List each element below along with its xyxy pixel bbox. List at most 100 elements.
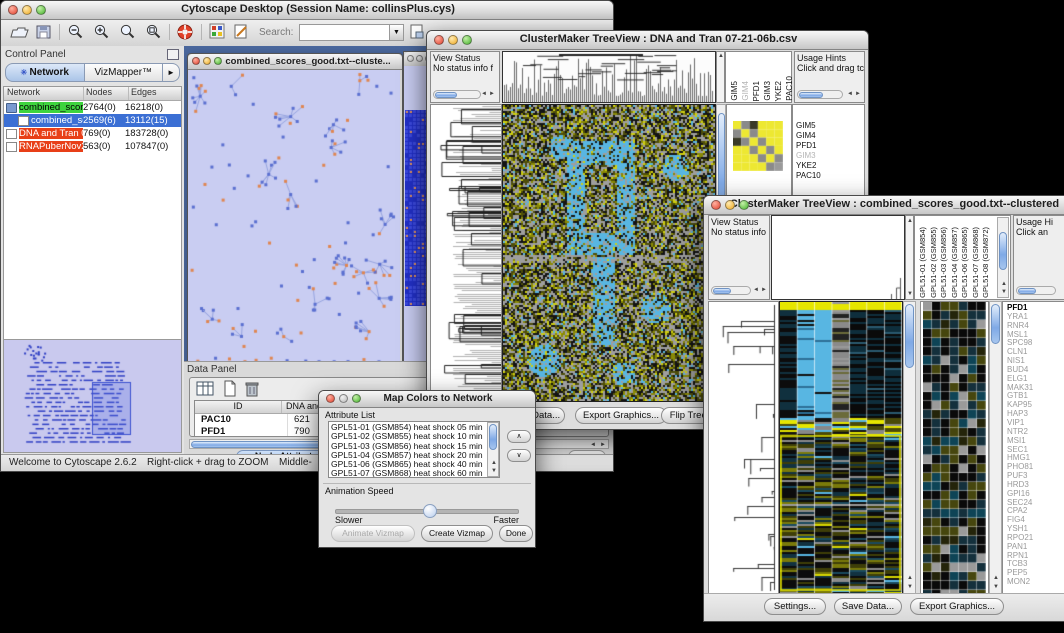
- new-attribute-icon[interactable]: [222, 380, 238, 402]
- close-button[interactable]: [326, 394, 335, 403]
- tv1-column-dendrogram[interactable]: [502, 51, 716, 103]
- dialog-button-1[interactable]: Create Vizmap: [421, 525, 493, 542]
- tv2-button-2[interactable]: Export Graphics...: [910, 598, 1004, 615]
- tv1-usage-hscroll[interactable]: [797, 90, 843, 99]
- tv2-status-hscroll[interactable]: [711, 286, 751, 295]
- network-table-row[interactable]: DNA and Tran 07769(0)183728(0): [4, 127, 181, 140]
- dialog-button-2[interactable]: Done: [499, 525, 533, 542]
- search-combo-arrow[interactable]: ▼: [389, 24, 404, 41]
- attribute-item[interactable]: GPL51-07 (GSM868) heat shock 60 min: [331, 469, 485, 478]
- network-overview-pane[interactable]: [3, 339, 182, 453]
- data-id: PFD1: [195, 426, 288, 437]
- tv2-zoom-heatmap[interactable]: [920, 301, 989, 594]
- tv1-title-bar[interactable]: ClusterMaker TreeView : DNA and Tran 07-…: [427, 31, 868, 50]
- control-panel-tabs: ✳ Network VizMapper™ ►: [5, 63, 180, 82]
- close-button[interactable]: [8, 5, 18, 15]
- annotation-icon[interactable]: [233, 23, 250, 45]
- network-overview-canvas[interactable]: [4, 340, 181, 450]
- zoom-in-icon[interactable]: [93, 23, 111, 46]
- float-panel-icon[interactable]: [167, 49, 179, 60]
- tv2-button-0[interactable]: Settings...: [764, 598, 826, 615]
- tv1-row-label: PFD1: [796, 141, 821, 151]
- tv1-column-label: PAC10: [785, 76, 794, 101]
- tv2-heatmap[interactable]: [779, 301, 903, 594]
- col-edges[interactable]: Edges: [129, 87, 181, 100]
- move-up-button[interactable]: ∧: [507, 430, 531, 443]
- minimize-button[interactable]: [416, 55, 423, 62]
- tv2-button-1[interactable]: Save Data...: [834, 598, 902, 615]
- tv2-heatmap-vscroll[interactable]: ▲ ▼: [903, 301, 916, 594]
- help-lifesaver-icon[interactable]: [176, 23, 194, 46]
- minimize-button[interactable]: [448, 35, 458, 45]
- tv1-row-label: PAC10: [796, 171, 821, 181]
- slider-thumb[interactable]: [423, 504, 437, 518]
- attribute-table-icon[interactable]: [196, 381, 214, 401]
- scroll-right-icon[interactable]: ►: [855, 91, 861, 97]
- search-input[interactable]: [299, 24, 391, 41]
- move-down-button[interactable]: ∨: [507, 449, 531, 462]
- tab-overflow-arrow[interactable]: ►: [163, 63, 180, 82]
- dialog-title-bar[interactable]: Map Colors to Network: [319, 391, 535, 408]
- zoom-button[interactable]: [36, 5, 46, 15]
- control-panel-title: Control Panel: [5, 49, 66, 60]
- tv2-collabel-vscroll[interactable]: ▲ ▼: [997, 217, 1009, 298]
- zoom-button[interactable]: [352, 394, 361, 403]
- scroll-right-icon[interactable]: ►: [489, 91, 495, 97]
- zoom-selected-icon[interactable]: [145, 23, 163, 46]
- scroll-right-icon[interactable]: ►: [600, 442, 606, 448]
- tv2-column-dendrogram[interactable]: [771, 215, 905, 300]
- network-table-row[interactable]: RNAPuberNov2+!563(0)107847(0): [4, 140, 181, 153]
- close-button[interactable]: [434, 35, 444, 45]
- vizmap-palette-icon[interactable]: [209, 23, 226, 45]
- network-table-row[interactable]: combined_sco2569(6)13112(15): [4, 114, 181, 127]
- close-button[interactable]: [192, 57, 200, 65]
- zoom-button[interactable]: [214, 57, 222, 65]
- tv1-status-hscroll[interactable]: [433, 90, 481, 99]
- minimize-button[interactable]: [725, 200, 735, 210]
- tv2-title-bar[interactable]: ClusterMaker TreeView : combined_scores_…: [704, 196, 1064, 215]
- attribute-listbox[interactable]: GPL51-01 (GSM854) heat shock 05 minGPL51…: [328, 421, 500, 478]
- zoom-out-icon[interactable]: [67, 23, 85, 46]
- tv2-top-scroll-strip[interactable]: ▲ ▼: [905, 215, 914, 300]
- dialog-button-0[interactable]: Animate Vizmap: [331, 525, 415, 542]
- minimize-button[interactable]: [22, 5, 32, 15]
- tv1-col-scroll-strip[interactable]: ▲: [716, 51, 725, 103]
- zoom-fit-icon[interactable]: [119, 23, 137, 46]
- tv1-heatmap[interactable]: [502, 104, 716, 402]
- tv1-similarity-minimap[interactable]: [733, 121, 783, 171]
- delete-attribute-icon[interactable]: [244, 380, 260, 402]
- minimize-button[interactable]: [203, 57, 211, 65]
- scroll-left-icon[interactable]: ◄: [481, 91, 487, 97]
- tab-network[interactable]: ✳ Network: [5, 63, 85, 82]
- attribute-doc-icon[interactable]: [409, 23, 426, 45]
- network-view-title: combined_scores_good.txt--cluste...: [222, 56, 394, 67]
- tv1-button-1[interactable]: Export Graphics...: [575, 407, 667, 424]
- open-folder-icon[interactable]: [9, 23, 29, 45]
- scroll-left-icon[interactable]: ◄: [847, 91, 853, 97]
- data-id: PAC10: [195, 414, 288, 426]
- col-nodes[interactable]: Nodes: [84, 87, 129, 100]
- attribute-list-vscroll[interactable]: ▲ ▼: [487, 422, 499, 477]
- tv1-row-dendrogram[interactable]: [430, 104, 502, 402]
- scroll-left-icon[interactable]: ◄: [590, 442, 596, 448]
- tv2-gene-list: PFD1YRA1RNR4MSL1SPC98CLN1NIS1BUD4ELG1MAK…: [1002, 301, 1064, 594]
- network-canvas[interactable]: [188, 70, 400, 361]
- tv2-row-dendrogram[interactable]: [708, 301, 779, 594]
- main-title-bar[interactable]: Cytoscape Desktop (Session Name: collins…: [1, 1, 613, 20]
- save-icon[interactable]: [35, 23, 52, 45]
- animation-speed-slider[interactable]: [335, 503, 519, 517]
- zoom-button[interactable]: [462, 35, 472, 45]
- tv2-usage-hscroll[interactable]: [1016, 286, 1056, 295]
- tab-vizmapper[interactable]: VizMapper™: [85, 63, 164, 82]
- network-table-row[interactable]: combined_scores2764(0)16218(0): [4, 101, 181, 114]
- scroll-left-icon[interactable]: ◄: [753, 287, 759, 293]
- minimize-button[interactable]: [339, 394, 348, 403]
- close-button[interactable]: [711, 200, 721, 210]
- network-view-title-bar[interactable]: combined_scores_good.txt--cluste...: [188, 54, 402, 70]
- close-button[interactable]: [407, 55, 414, 62]
- scroll-right-icon[interactable]: ►: [761, 287, 767, 293]
- zoom-button[interactable]: [739, 200, 749, 210]
- tv2-zoom-vscroll[interactable]: ▲ ▼: [989, 301, 1002, 594]
- data-col-id[interactable]: ID: [195, 401, 282, 413]
- col-network[interactable]: Network: [4, 87, 84, 100]
